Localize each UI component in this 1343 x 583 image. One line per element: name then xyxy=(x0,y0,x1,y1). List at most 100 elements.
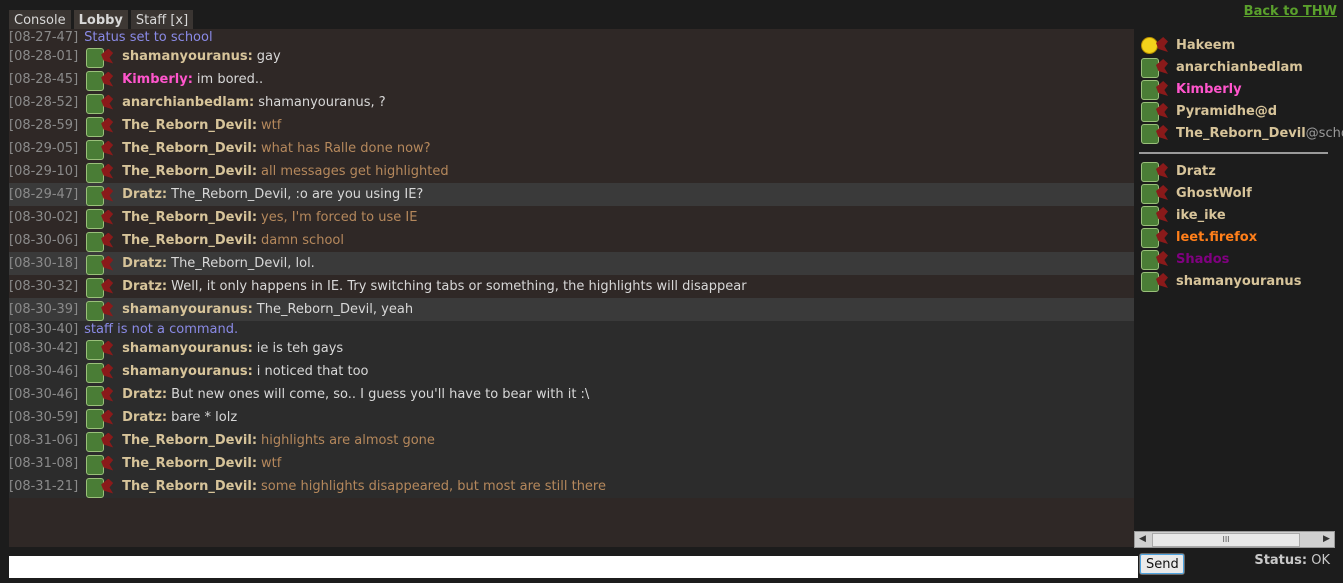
avatar-icon xyxy=(1139,79,1171,100)
scroll-left-icon[interactable]: ◀ xyxy=(1135,532,1150,547)
message-nick[interactable]: The_Reborn_Devil: xyxy=(122,479,257,494)
message-nick[interactable]: Dratz: xyxy=(122,187,167,202)
avatar-face-icon xyxy=(86,162,105,183)
avatar-icon xyxy=(84,47,116,68)
avatar-icon xyxy=(1139,183,1171,204)
message-timestamp: [08-28-59] xyxy=(9,118,79,133)
message-nick[interactable]: Dratz: xyxy=(122,279,167,294)
tab-console[interactable]: Console xyxy=(9,10,71,29)
avatar-face-icon xyxy=(86,454,105,475)
avatar-face-icon xyxy=(1141,58,1159,78)
user-list-item[interactable]: Kimberly xyxy=(1134,78,1343,100)
message-nick[interactable]: The_Reborn_Devil: xyxy=(122,433,257,448)
avatar-face-icon xyxy=(1141,250,1159,270)
message-timestamp: [08-29-10] xyxy=(9,164,79,179)
avatar-face-icon xyxy=(86,208,105,229)
chat-message: [08-30-42] shamanyouranus: ie is teh gays xyxy=(9,337,1134,360)
message-text: wtf xyxy=(261,456,282,471)
user-list-item[interactable]: leet.firefox xyxy=(1134,226,1343,248)
user-list-item[interactable]: Dratz xyxy=(1134,160,1343,182)
message-text: highlights are almost gone xyxy=(261,433,435,448)
user-name: Dratz xyxy=(1176,163,1216,179)
message-text: yes, I'm forced to use IE xyxy=(261,210,418,225)
chat-message: [08-30-40] staff is not a command. xyxy=(9,321,1134,337)
user-list-item[interactable]: shamanyouranus xyxy=(1134,270,1343,292)
message-nick[interactable]: shamanyouranus: xyxy=(122,364,253,379)
message-nick[interactable]: The_Reborn_Devil: xyxy=(122,141,257,156)
chat-message: [08-30-39] shamanyouranus: The_Reborn_Devi… xyxy=(9,298,1134,321)
message-nick[interactable]: Dratz: xyxy=(122,256,167,271)
avatar-icon xyxy=(1139,205,1171,226)
avatar-icon xyxy=(84,339,116,360)
chat-message: [08-28-45] Kimberly: im bored.. xyxy=(9,68,1134,91)
message-nick[interactable]: The_Reborn_Devil: xyxy=(122,233,257,248)
message-nick[interactable]: The_Reborn_Devil: xyxy=(122,164,257,179)
avatar-icon xyxy=(1139,227,1171,248)
message-nick[interactable]: shamanyouranus: xyxy=(122,341,253,356)
avatar-face-icon xyxy=(86,385,105,406)
user-name: anarchianbedlam xyxy=(1176,59,1303,75)
chat-message: [08-30-18] Dratz: The_Reborn_Devil, lol. xyxy=(9,252,1134,275)
avatar-icon xyxy=(84,93,116,114)
message-nick[interactable]: anarchianbedlam: xyxy=(122,95,254,110)
back-to-thw-link[interactable]: Back to THW xyxy=(1244,4,1337,19)
avatar-icon xyxy=(84,277,116,298)
avatar-icon xyxy=(84,208,116,229)
chat-message: [08-27-47] Status set to school xyxy=(9,29,1134,45)
message-text: i noticed that too xyxy=(256,364,369,379)
message-nick[interactable]: shamanyouranus: xyxy=(122,49,253,64)
scroll-right-icon[interactable]: ▶ xyxy=(1319,532,1334,547)
avatar-face-icon xyxy=(86,116,105,137)
message-nick[interactable]: shamanyouranus: xyxy=(122,302,253,317)
message-nick[interactable]: Dratz: xyxy=(122,387,167,402)
user-list-item[interactable]: GhostWolf xyxy=(1134,182,1343,204)
user-list-item[interactable]: ike_ike xyxy=(1134,204,1343,226)
avatar-icon xyxy=(84,162,116,183)
avatar-icon xyxy=(1139,161,1171,182)
scroll-thumb[interactable]: III xyxy=(1152,533,1300,547)
message-text: shamanyouranus, ? xyxy=(258,95,386,110)
message-nick[interactable]: Dratz: xyxy=(122,410,167,425)
avatar-face-icon xyxy=(1141,162,1159,182)
message-text: damn school xyxy=(261,233,344,248)
chat-message: [08-30-46] Dratz: But new ones will come, … xyxy=(9,383,1134,406)
message-timestamp: [08-29-47] xyxy=(9,187,79,202)
message-nick[interactable]: The_Reborn_Devil: xyxy=(122,456,257,471)
chat-log[interactable]: [08-27-47] Status set to school [08-28-01]… xyxy=(9,29,1134,547)
user-list-item[interactable]: Pyramidhe@d xyxy=(1134,100,1343,122)
tab-staff[interactable]: Staff [x] xyxy=(130,10,194,29)
avatar-face-icon xyxy=(86,70,105,91)
message-nick[interactable]: Kimberly: xyxy=(122,72,193,87)
avatar-icon xyxy=(1139,271,1171,292)
user-list-item[interactable]: anarchianbedlam xyxy=(1134,56,1343,78)
user-list-item[interactable]: The_Reborn_Devil@school xyxy=(1134,122,1343,144)
send-button[interactable]: Send xyxy=(1139,553,1185,575)
chat-message: [08-28-01] shamanyouranus: gay xyxy=(9,45,1134,68)
avatar-face-icon xyxy=(1141,124,1159,144)
user-name: shamanyouranus xyxy=(1176,273,1302,289)
user-list-scrollbar[interactable]: ◀ III ▶ xyxy=(1134,531,1335,548)
message-nick[interactable]: The_Reborn_Devil: xyxy=(122,118,257,133)
avatar-face-icon xyxy=(1141,228,1159,248)
user-list-item[interactable]: Shados xyxy=(1134,248,1343,270)
avatar-icon xyxy=(84,254,116,275)
avatar-face-icon xyxy=(86,300,105,321)
tab-bar: Console Lobby Staff [x] xyxy=(9,10,194,29)
chat-message: [08-28-59] The_Reborn_Devil: wtf xyxy=(9,114,1134,137)
avatar-icon xyxy=(84,300,116,321)
avatar-face-icon xyxy=(86,254,105,275)
message-input[interactable] xyxy=(9,556,1138,578)
avatar-icon xyxy=(84,231,116,252)
avatar-face-icon xyxy=(86,185,105,206)
message-timestamp: [08-30-06] xyxy=(9,233,79,248)
avatar-icon xyxy=(84,362,116,383)
avatar-face-icon xyxy=(1141,184,1159,204)
avatar-icon xyxy=(84,431,116,452)
avatar-face-icon xyxy=(86,362,105,383)
user-list-item[interactable]: Hakeem xyxy=(1134,34,1343,56)
avatar-face-icon xyxy=(86,339,105,360)
avatar-icon xyxy=(1139,249,1171,270)
avatar-icon xyxy=(84,385,116,406)
message-nick[interactable]: The_Reborn_Devil: xyxy=(122,210,257,225)
tab-lobby[interactable]: Lobby xyxy=(73,10,128,29)
